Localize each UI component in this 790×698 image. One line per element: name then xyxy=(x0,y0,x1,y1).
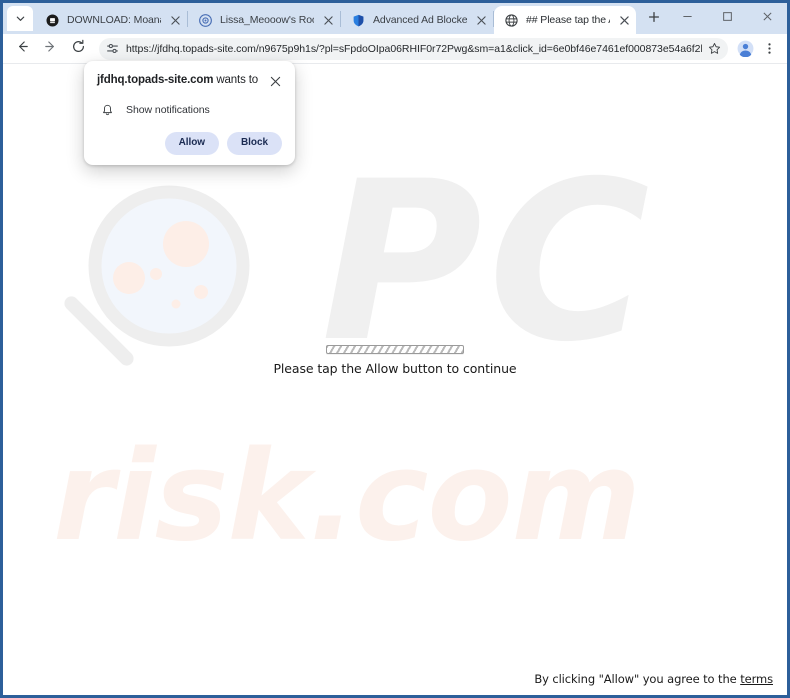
window-controls xyxy=(667,3,787,34)
permission-actions: Allow Block xyxy=(97,132,282,155)
back-button[interactable] xyxy=(9,36,35,62)
tab-title: Advanced Ad Blocker xyxy=(373,14,467,26)
watermark-risk: risk.com xyxy=(53,425,641,569)
close-icon xyxy=(762,9,773,27)
back-arrow-icon xyxy=(15,39,30,59)
tab-title: Lissa_Meooow's Room @ Cha xyxy=(220,14,314,26)
bell-icon xyxy=(99,102,115,118)
permission-header: jfdhq.topads-site.com wants to xyxy=(97,73,282,88)
permission-title-suffix: wants to xyxy=(213,74,259,86)
blue-shield-icon xyxy=(350,12,366,28)
close-icon[interactable] xyxy=(268,74,282,88)
tab-please-tap-allow[interactable]: ## Please tap the Allow butto xyxy=(494,6,636,34)
star-icon[interactable] xyxy=(704,39,724,59)
close-window-button[interactable] xyxy=(747,3,787,32)
reload-button[interactable] xyxy=(65,36,91,62)
tab-download-moana[interactable]: DOWNLOAD: Moana 2 (2024) xyxy=(35,6,187,34)
progress-caption: Please tap the Allow button to continue xyxy=(273,361,517,376)
permission-option-label: Show notifications xyxy=(126,104,210,116)
tab-close-button[interactable] xyxy=(320,12,336,28)
loading-block: Please tap the Allow button to continue xyxy=(3,345,787,376)
magnifier-icon xyxy=(51,174,266,424)
tab-strip: DOWNLOAD: Moana 2 (2024) Lissa_Meooow's … xyxy=(3,3,787,34)
browser-window: DOWNLOAD: Moana 2 (2024) Lissa_Meooow's … xyxy=(0,0,790,698)
tab-advanced-ad-blocker[interactable]: Advanced Ad Blocker xyxy=(341,6,493,34)
permission-option-row: Show notifications xyxy=(97,102,282,118)
block-button[interactable]: Block xyxy=(227,132,282,155)
tune-sliders-icon[interactable] xyxy=(104,40,121,57)
notification-permission-dialog: jfdhq.topads-site.com wants to Show noti… xyxy=(84,61,295,165)
chevron-down-icon xyxy=(15,13,26,24)
tab-title: DOWNLOAD: Moana 2 (2024) xyxy=(67,14,161,26)
toolbar-right-actions xyxy=(734,38,779,60)
allow-button[interactable]: Allow xyxy=(164,132,220,155)
maximize-icon xyxy=(722,9,733,27)
tab-close-button[interactable] xyxy=(616,12,632,28)
minimize-icon xyxy=(682,9,693,27)
watermark-pc: PC xyxy=(321,134,656,390)
forward-arrow-icon xyxy=(43,39,58,59)
three-dots-vertical-icon[interactable] xyxy=(759,38,779,60)
new-tab-button[interactable] xyxy=(641,6,667,32)
camera-circle-icon xyxy=(197,12,213,28)
permission-title: jfdhq.topads-site.com wants to xyxy=(97,73,264,88)
browser-toolbar: https://jfdhq.topads-site.com/n9675p9h1s… xyxy=(3,34,787,64)
progress-bar xyxy=(326,345,464,354)
terms-link[interactable]: terms xyxy=(740,672,773,686)
reload-icon xyxy=(71,39,86,59)
forward-button[interactable] xyxy=(37,36,63,62)
address-bar[interactable]: https://jfdhq.topads-site.com/n9675p9h1s… xyxy=(99,37,728,60)
tab-close-button[interactable] xyxy=(473,12,489,28)
avatar[interactable] xyxy=(734,38,756,60)
tab-lissa-room[interactable]: Lissa_Meooow's Room @ Cha xyxy=(188,6,340,34)
url-text: https://jfdhq.topads-site.com/n9675p9h1s… xyxy=(126,42,702,55)
tab-title: ## Please tap the Allow butto xyxy=(526,14,610,26)
maximize-button[interactable] xyxy=(707,3,747,32)
globe-icon xyxy=(503,12,519,28)
permission-origin: jfdhq.topads-site.com xyxy=(97,74,214,86)
plus-icon xyxy=(648,10,660,28)
download-circle-icon xyxy=(44,12,60,28)
footer-terms-text: By clicking "Allow" you agree to the xyxy=(534,672,741,686)
tab-close-button[interactable] xyxy=(167,12,183,28)
minimize-button[interactable] xyxy=(667,3,707,32)
tab-search-button[interactable] xyxy=(7,6,33,31)
footer-terms: By clicking "Allow" you agree to the ter… xyxy=(534,672,773,686)
